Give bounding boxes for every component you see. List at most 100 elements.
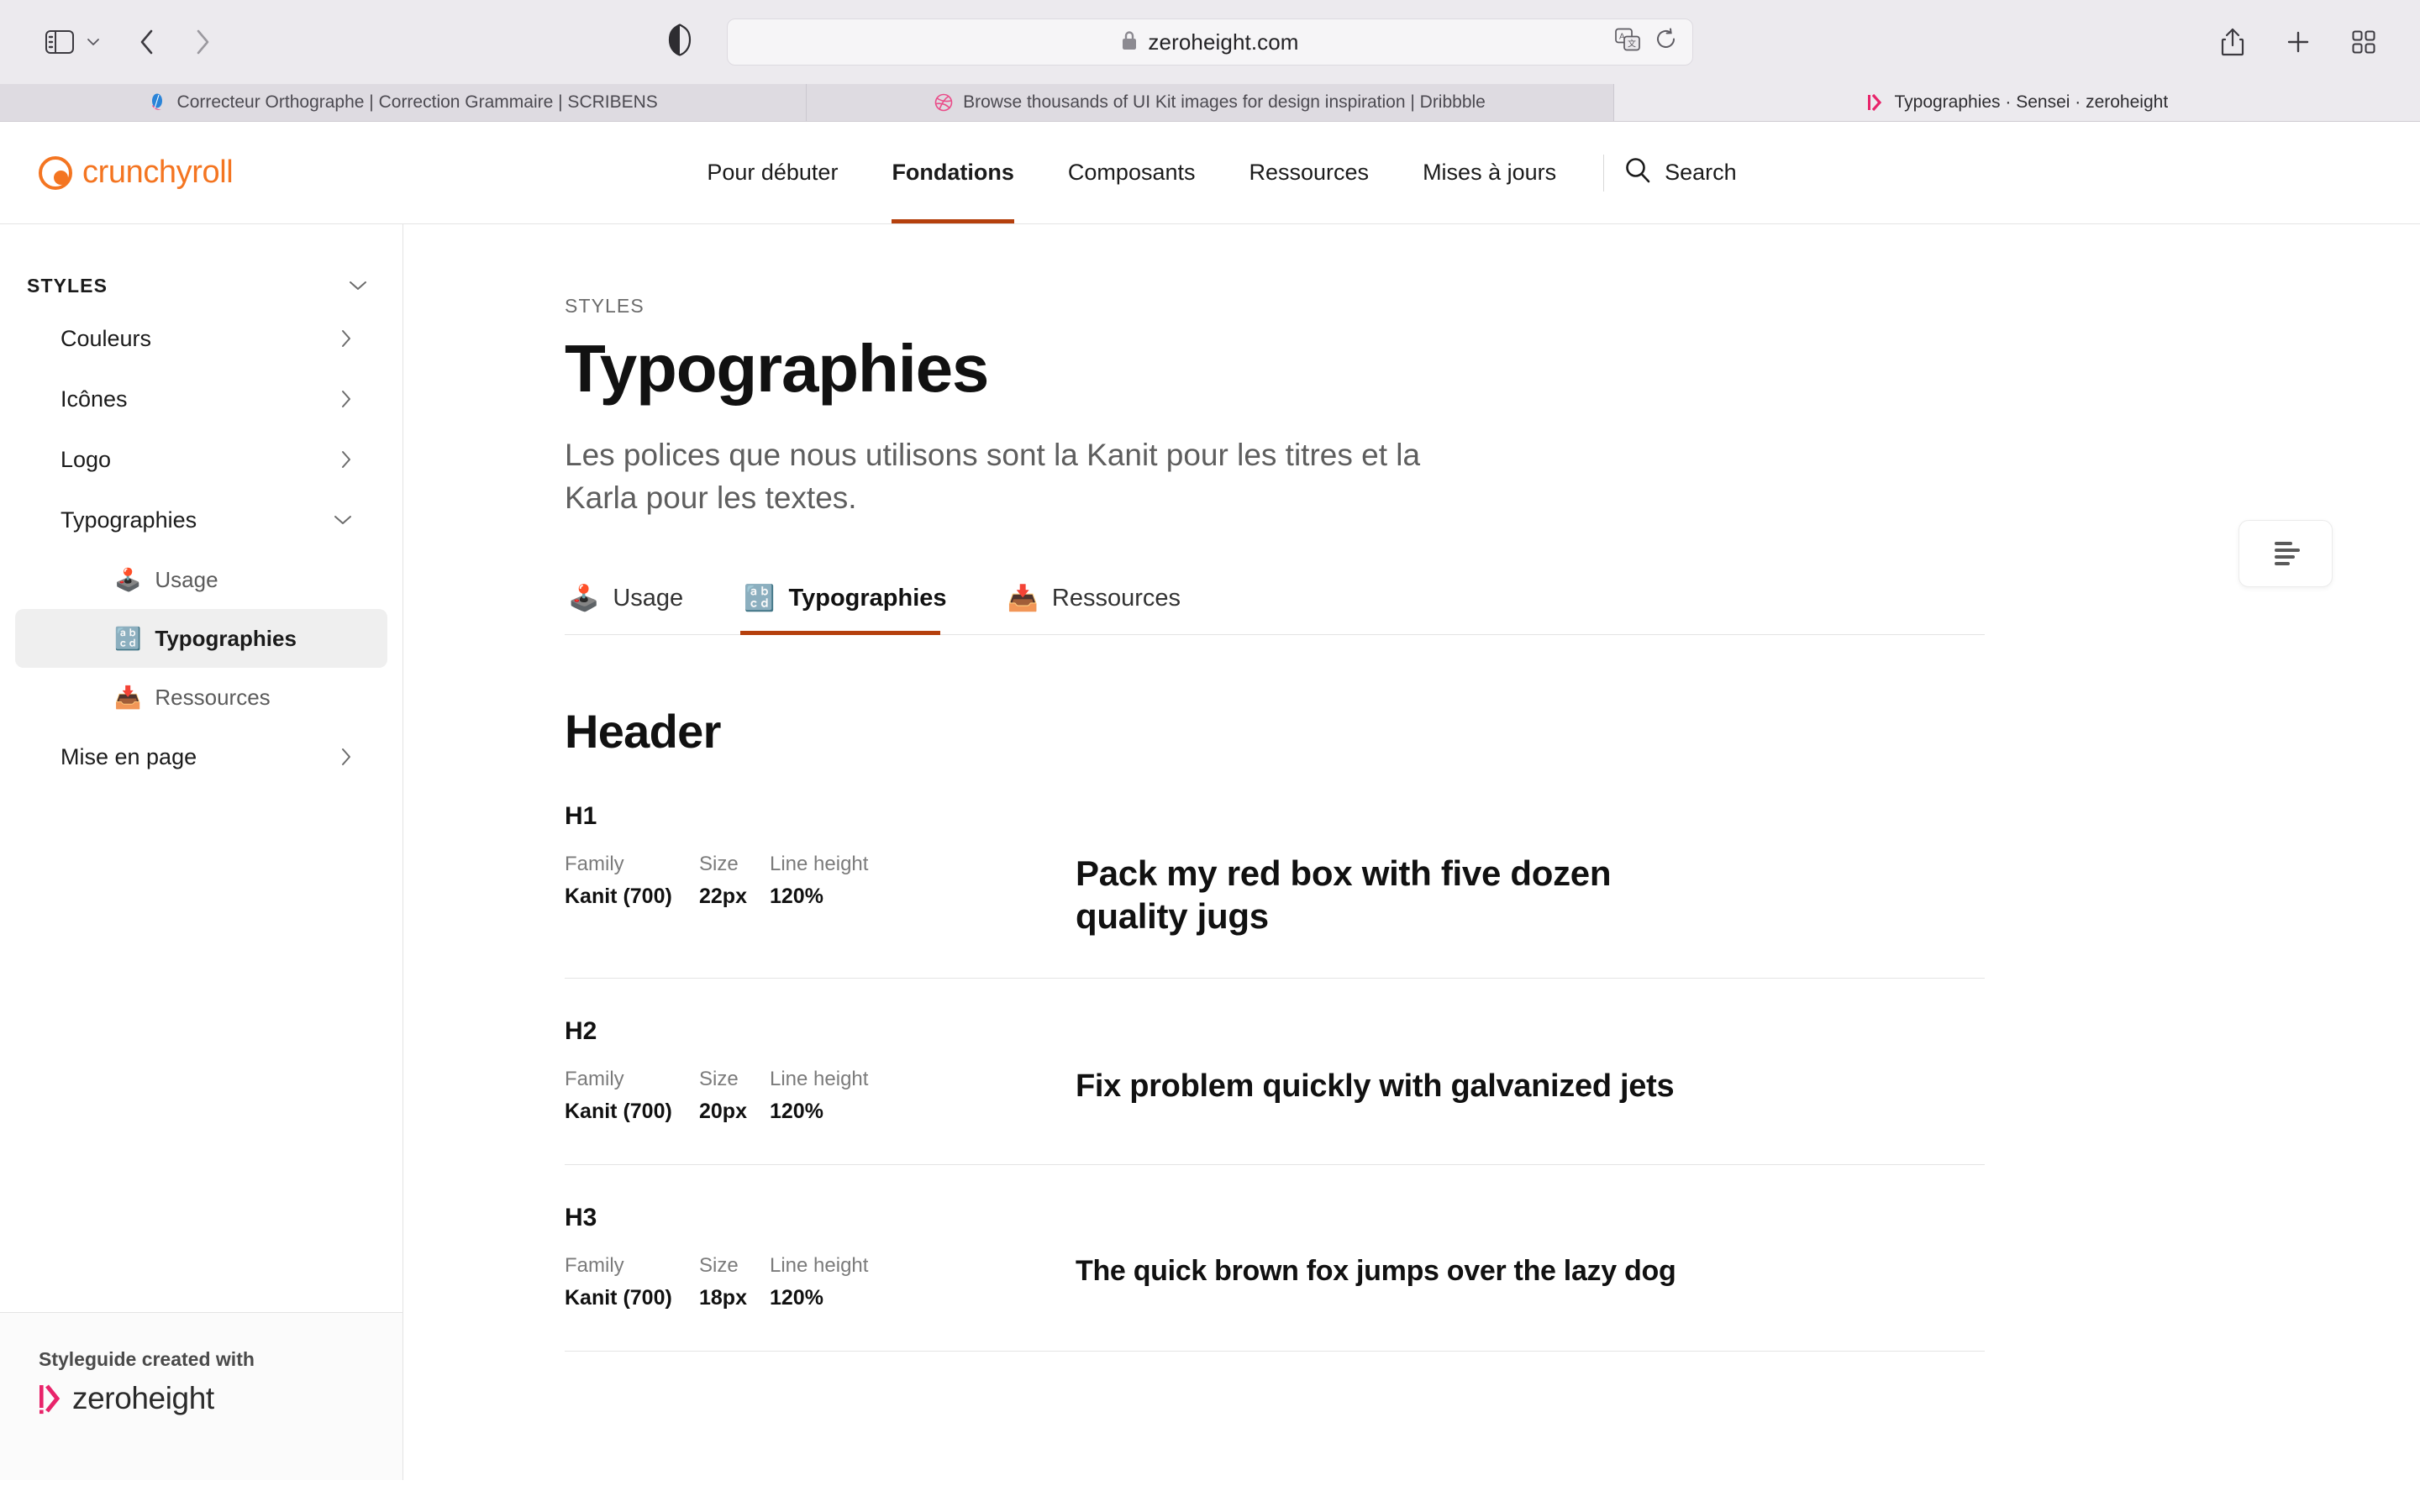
- spec-grid: Family Kanit (700) Size 22px Line height…: [565, 853, 938, 909]
- tab-overview-icon[interactable]: [2341, 19, 2386, 65]
- spec-label-family: Family: [565, 853, 624, 876]
- search-button[interactable]: Search: [1624, 156, 1740, 189]
- sidebar: STYLES Couleurs Icônes Logo Typographies…: [0, 224, 403, 1480]
- nav-item-ressources[interactable]: Ressources: [1223, 122, 1397, 223]
- type-row: H2 Family Kanit (700) Size 20px Line hei…: [565, 979, 1985, 1166]
- share-icon[interactable]: [2210, 19, 2255, 65]
- chevron-right-icon[interactable]: [340, 329, 352, 348]
- url-area: zeroheight.com A 文: [0, 18, 2420, 66]
- spec-size: Size 18px: [699, 1254, 770, 1310]
- sidebar-toggle-icon[interactable]: [37, 19, 82, 65]
- spec-grid: Family Kanit (700) Size 18px Line height…: [565, 1254, 938, 1310]
- tab-label: Typographies: [788, 585, 947, 612]
- chevron-down-icon[interactable]: [349, 280, 367, 291]
- sample-column: The quick brown fox jumps over the lazy …: [938, 1254, 1985, 1289]
- sidebar-item-label: Mise en page: [60, 743, 197, 769]
- spec-label-line-height: Line height: [770, 853, 869, 876]
- spec-size: Size 20px: [699, 1068, 770, 1124]
- url-bar-actions: A 文: [1615, 28, 1677, 56]
- sidebar-item-typographies[interactable]: Typographies: [15, 490, 387, 550]
- sidebar-subitem-label: Usage: [155, 566, 218, 592]
- joystick-emoji-icon: 🕹️: [114, 567, 142, 592]
- breadcrumb-eyebrow: STYLES: [565, 295, 644, 317]
- tab-ressources[interactable]: 📥 Ressources: [1004, 585, 1206, 634]
- tab-usage[interactable]: 🕹️ Usage: [565, 585, 708, 634]
- nav-divider: [1603, 154, 1605, 192]
- sidebar-toggle-group[interactable]: [37, 19, 104, 65]
- chevron-down-icon[interactable]: [334, 514, 352, 526]
- sidebar-group-styles[interactable]: STYLES: [0, 263, 402, 308]
- spec-family: Family Kanit (700): [565, 1254, 699, 1310]
- sidebar-item-logo[interactable]: Logo: [15, 429, 387, 490]
- browser-toolbar: zeroheight.com A 文: [0, 0, 2420, 84]
- zeroheight-mark-icon: [39, 1383, 60, 1415]
- page-body: STYLES Couleurs Icônes Logo Typographies…: [0, 224, 2420, 1480]
- new-tab-plus-icon[interactable]: [2275, 19, 2321, 65]
- spec-line-height: Line height 120%: [770, 1254, 938, 1310]
- chevron-down-icon[interactable]: [82, 19, 104, 65]
- navigation-arrows: [124, 19, 225, 65]
- svg-text:文: 文: [1628, 39, 1636, 50]
- sidebar-item-icones[interactable]: Icônes: [15, 369, 387, 429]
- nav-item-composants[interactable]: Composants: [1041, 122, 1223, 223]
- sidebar-subitem-typographies[interactable]: 🔡 Typographies: [15, 609, 387, 668]
- browser-tab[interactable]: Browse thousands of UI Kit images for de…: [807, 84, 1614, 121]
- zeroheight-logo[interactable]: zeroheight: [39, 1381, 402, 1416]
- type-row: H1 Family Kanit (700) Size 22px Line hei…: [565, 759, 1985, 979]
- spec-label-family: Family: [565, 1068, 624, 1091]
- url-inner: zeroheight.com: [1121, 29, 1298, 55]
- type-row-name: H2: [565, 1017, 597, 1046]
- spec-grid: Family Kanit (700) Size 20px Line height…: [565, 1068, 938, 1124]
- main-content: STYLES Typographies Les polices que nous…: [403, 224, 2420, 1480]
- nav-item-fondations[interactable]: Fondations: [865, 122, 1040, 223]
- browser-tab[interactable]: Correcteur Orthographe | Correction Gram…: [0, 84, 808, 121]
- sample-text: Fix problem quickly with galvanized jets: [1076, 1068, 1675, 1105]
- toolbar-left-controls: [37, 19, 225, 65]
- sidebar-item-couleurs[interactable]: Couleurs: [15, 308, 387, 369]
- sidebar-item-mise-en-page[interactable]: Mise en page: [15, 727, 387, 787]
- chevron-right-icon[interactable]: [340, 390, 352, 408]
- chevron-right-icon[interactable]: [340, 450, 352, 469]
- spec-line-height: Line height 120%: [770, 853, 938, 909]
- translate-icon[interactable]: A 文: [1615, 28, 1640, 56]
- browser-tab-title: Typographies · Sensei · zeroheight: [1894, 92, 2169, 112]
- back-arrow-icon[interactable]: [124, 19, 170, 65]
- spec-value-line-height: 120%: [770, 1286, 823, 1310]
- spec-value-size: 18px: [699, 1286, 747, 1310]
- sidebar-scroll-area[interactable]: STYLES Couleurs Icônes Logo Typographies…: [0, 224, 402, 1312]
- spec-value-family: Kanit (700): [565, 885, 672, 909]
- forward-arrow-icon[interactable]: [180, 19, 225, 65]
- sidebar-item-label: Couleurs: [60, 325, 152, 351]
- nav-item-pour-debuter[interactable]: Pour débuter: [680, 122, 865, 223]
- zeroheight-favicon: [1865, 93, 1884, 112]
- sidebar-subitem-usage[interactable]: 🕹️ Usage: [15, 550, 387, 609]
- toolbar-right-controls: [2210, 19, 2386, 65]
- type-row-body: Family Kanit (700) Size 18px Line height…: [565, 1254, 1985, 1310]
- lock-icon: [1121, 29, 1138, 55]
- nav-item-mises-a-jours[interactable]: Mises à jours: [1396, 122, 1583, 223]
- type-row-body: Family Kanit (700) Size 22px Line height…: [565, 853, 1985, 937]
- page-title: Typographies: [565, 331, 989, 406]
- spec-label-family: Family: [565, 1254, 624, 1278]
- styleguide-created-with-label: Styleguide created with: [39, 1348, 255, 1370]
- reload-icon[interactable]: [1655, 28, 1677, 56]
- table-of-contents-button[interactable]: [2238, 520, 2333, 587]
- site-header: crunchyroll Pour débuter Fondations Comp…: [0, 122, 2420, 224]
- search-label: Search: [1665, 160, 1737, 185]
- url-bar[interactable]: zeroheight.com A 文: [727, 18, 1693, 66]
- browser-tab-title: Correcteur Orthographe | Correction Gram…: [176, 92, 658, 112]
- privacy-shield-icon[interactable]: [668, 24, 692, 60]
- chevron-right-icon[interactable]: [340, 748, 352, 766]
- sidebar-subitem-ressources[interactable]: 📥 Ressources: [15, 668, 387, 727]
- browser-tab-active[interactable]: Typographies · Sensei · zeroheight: [1613, 84, 2420, 121]
- sample-column: Pack my red box with five dozen quality …: [938, 853, 1985, 937]
- zeroheight-wordmark: zeroheight: [72, 1381, 214, 1415]
- spec-family: Family Kanit (700): [565, 1068, 699, 1124]
- tab-typographies[interactable]: 🔡 Typographies: [740, 585, 971, 636]
- abcd-input-emoji-icon: 🔡: [114, 626, 142, 651]
- spec-label-line-height: Line height: [770, 1068, 869, 1091]
- browser-tab-strip: Correcteur Orthographe | Correction Gram…: [0, 84, 2420, 121]
- sidebar-item-label: Logo: [60, 446, 112, 472]
- dribbble-favicon: [934, 93, 953, 112]
- sidebar-subitem-label: Typographies: [155, 625, 297, 651]
